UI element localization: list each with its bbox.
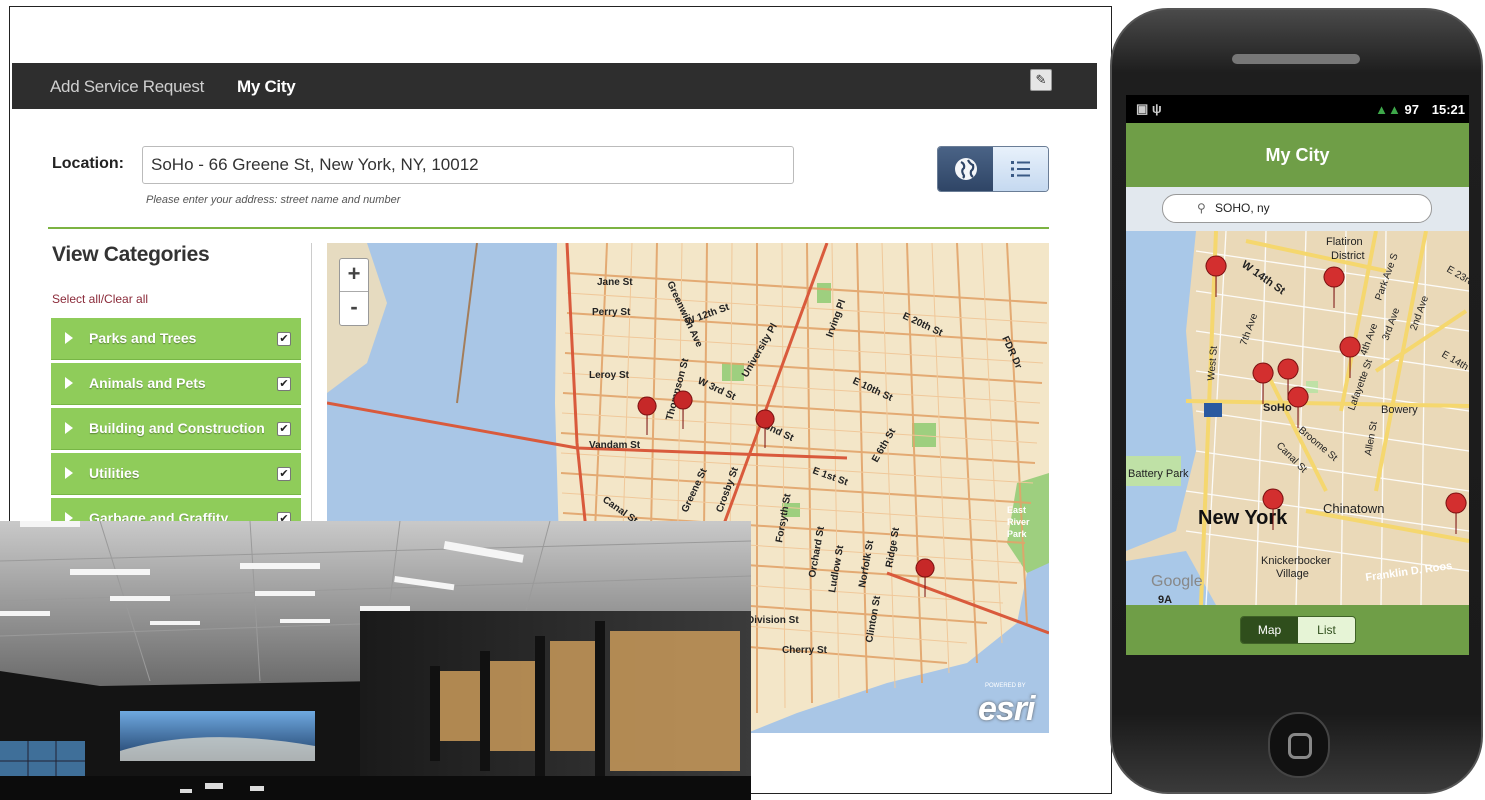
notification-icons: ▣ ψ [1136,101,1162,116]
category-label: Building and Construction [89,420,265,436]
map-tab[interactable]: Map [1241,617,1298,643]
category-checkbox[interactable]: ✔ [277,332,291,346]
svg-text:Chinatown: Chinatown [1323,501,1384,516]
battery-label: 97 [1404,102,1419,117]
signal-icon: ▲▲ [1375,102,1401,117]
esri-powered-by: POWERED BY [985,683,1026,689]
svg-text:Knickerbocker: Knickerbocker [1261,555,1331,567]
control-room-image [0,521,751,800]
svg-text:SoHo: SoHo [1263,402,1292,414]
svg-text:9A: 9A [1158,594,1172,605]
battery-level: ▲▲ 97 [1375,102,1419,117]
svg-text:Cherry St: Cherry St [782,645,828,656]
tab-my-city[interactable]: My City [237,77,296,97]
phone-search-text: SOHO, ny [1215,201,1270,215]
phone-search-input[interactable]: ⚲ SOHO, ny [1162,194,1432,223]
svg-text:Division St: Division St [747,615,799,626]
home-button[interactable] [1268,712,1330,778]
svg-text:Flatiron: Flatiron [1326,236,1363,248]
zoom-in-button[interactable]: + [340,259,368,292]
category-label: Parks and Trees [89,330,197,346]
svg-text:District: District [1331,250,1365,262]
location-input[interactable] [142,146,794,184]
category-label: Utilities [89,465,140,481]
svg-text:River: River [1007,517,1030,527]
category-utilities[interactable]: Utilities ✔ [51,453,301,495]
phone-speaker [1232,54,1360,64]
svg-text:East: East [1007,505,1026,515]
category-animals-and-pets[interactable]: Animals and Pets ✔ [51,363,301,405]
svg-text:New York: New York [1198,507,1288,529]
phone-screen: ▣ ψ ▲▲ 97 15:21 My City ⚲ SOHO, ny Flati… [1126,95,1469,655]
svg-text:Leroy St: Leroy St [589,370,630,381]
categories-title: View Categories [52,243,210,266]
category-label: Animals and Pets [89,375,206,391]
category-checkbox[interactable]: ✔ [277,467,291,481]
phone-map[interactable]: Flatiron District W 14th St SoHo Bowery B… [1126,231,1469,605]
app-title: My City [1265,145,1330,165]
svg-text:Jane St: Jane St [597,277,633,288]
svg-text:Google: Google [1151,573,1203,590]
search-icon: ⚲ [1197,201,1206,215]
svg-text:Park: Park [1007,529,1028,539]
divider [48,227,1049,229]
expand-arrow-icon [65,377,73,389]
panel-separator [311,243,312,523]
edit-icon[interactable]: ✎ [1030,69,1052,91]
map-list-toggle: Map List [1240,616,1356,644]
list-icon [1010,161,1030,177]
home-icon [1288,733,1312,759]
svg-text:Bowery: Bowery [1381,404,1418,416]
clock: 15:21 [1431,102,1465,117]
category-parks-and-trees[interactable]: Parks and Trees ✔ [51,318,301,360]
expand-arrow-icon [65,332,73,344]
list-tab[interactable]: List [1298,617,1355,643]
list-view-button[interactable] [993,147,1048,191]
globe-icon [954,158,977,180]
location-hint: Please enter your address: street name a… [146,194,401,206]
phone-map-canvas: FlatironDistrict W 14th St SoHo Bowery B… [1126,231,1469,605]
esri-logo: esri [978,690,1035,728]
select-all-link[interactable]: Select all/Clear all [52,292,148,306]
svg-text:Perry St: Perry St [592,307,631,318]
status-bar: ▣ ψ ▲▲ 97 15:21 [1126,95,1469,123]
zoom-control: + - [339,258,369,326]
svg-text:Village: Village [1276,568,1309,580]
map-view-button[interactable] [938,147,993,191]
zoom-out-button[interactable]: - [340,292,368,325]
location-label: Location: [52,155,124,172]
category-list: Parks and Trees ✔ Animals and Pets ✔ Bui… [51,318,301,543]
svg-text:Vandam St: Vandam St [589,440,641,451]
control-room-photo [0,521,751,800]
category-checkbox[interactable]: ✔ [277,377,291,391]
view-toggle [937,146,1049,192]
svg-text:Battery Park: Battery Park [1128,468,1189,480]
tab-add-service-request[interactable]: Add Service Request [50,77,204,97]
composite-image: Add Service Request My City ✎ Location: … [0,0,1485,800]
expand-arrow-icon [65,467,73,479]
phone-search-bar: ⚲ SOHO, ny [1126,187,1469,231]
expand-arrow-icon [65,422,73,434]
phone-bottom-bar: Map List [1126,605,1469,655]
top-nav-bar: Add Service Request My City ✎ [12,63,1097,109]
app-bar: My City [1126,123,1469,187]
category-building-and-construction[interactable]: Building and Construction ✔ [51,408,301,450]
category-checkbox[interactable]: ✔ [277,422,291,436]
